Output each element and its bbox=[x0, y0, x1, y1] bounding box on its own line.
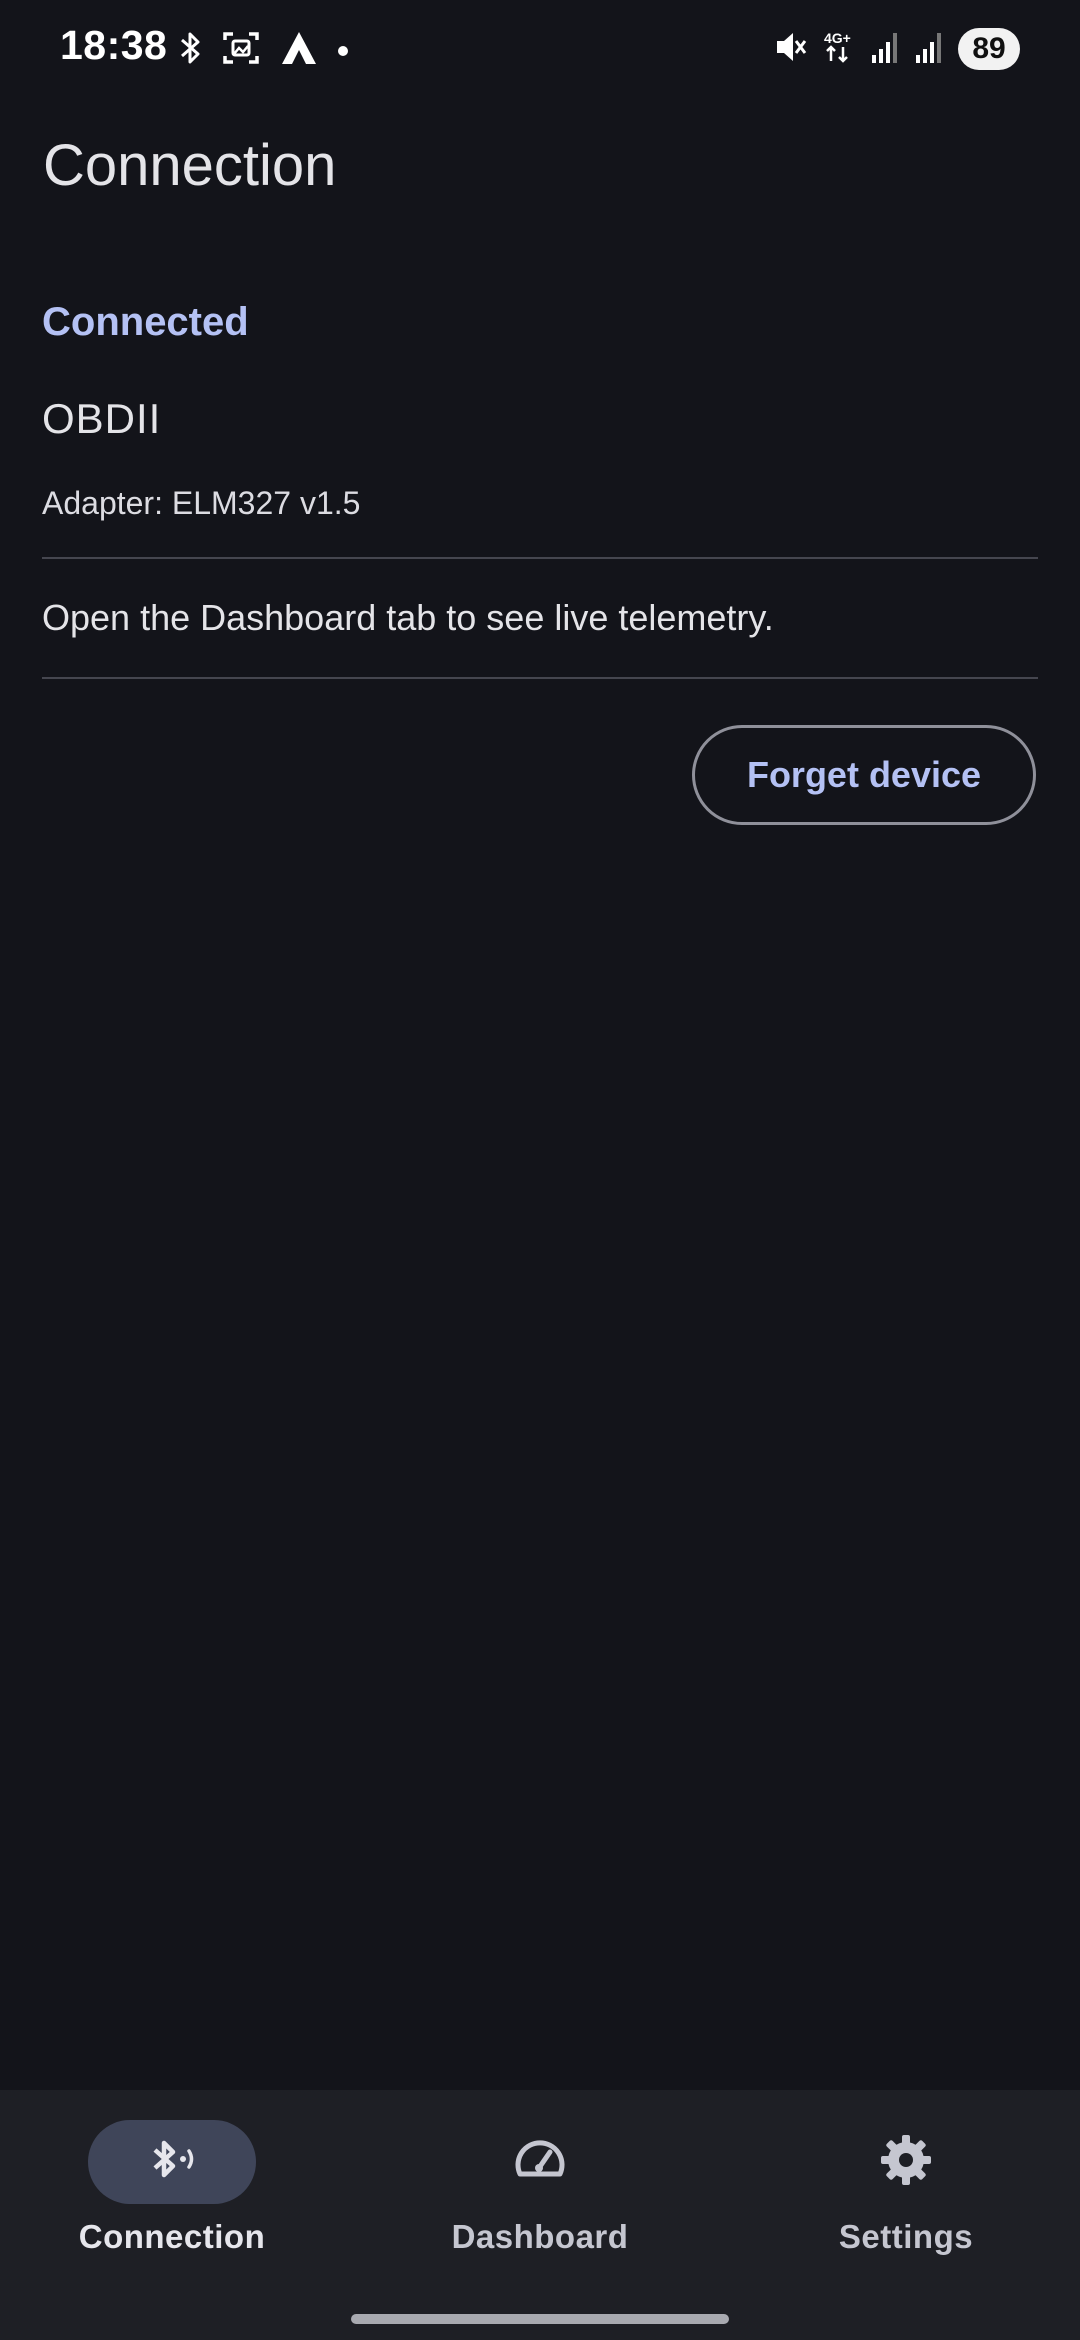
nav-item-connection[interactable]: Connection bbox=[22, 2120, 322, 2256]
nav-icon-wrap bbox=[456, 2120, 624, 2204]
battery-indicator: 89 bbox=[958, 28, 1020, 70]
app-triangle-icon bbox=[280, 30, 318, 71]
connection-status: Connected bbox=[42, 300, 249, 344]
4g-plus-icon: 4G+ bbox=[822, 29, 856, 70]
adapter-info: Adapter: ELM327 v1.5 bbox=[42, 485, 361, 521]
gear-icon bbox=[879, 2133, 933, 2192]
status-right-icons: 4G+ 89 bbox=[774, 28, 1020, 70]
screenshot-icon bbox=[222, 30, 260, 71]
status-left-icons bbox=[180, 30, 348, 71]
home-indicator[interactable] bbox=[351, 2314, 729, 2324]
speedometer-icon bbox=[512, 2134, 568, 2191]
mute-icon bbox=[774, 29, 808, 70]
signal-icon bbox=[870, 29, 900, 70]
nav-item-settings[interactable]: Settings bbox=[756, 2120, 1056, 2256]
device-name: OBDII bbox=[42, 395, 162, 442]
nav-active-pill bbox=[88, 2120, 256, 2204]
nav-item-dashboard[interactable]: Dashboard bbox=[390, 2120, 690, 2256]
nav-label-settings: Settings bbox=[838, 2218, 974, 2255]
status-time: 18:38 bbox=[60, 22, 168, 68]
status-bar: 18:38 4G+ 89 bbox=[0, 0, 1080, 100]
signal-icon-2 bbox=[914, 29, 944, 70]
divider bbox=[42, 557, 1038, 559]
bluetooth-connected-icon bbox=[145, 2134, 199, 2191]
forget-device-button[interactable]: Forget device bbox=[692, 725, 1036, 825]
nav-icon-wrap bbox=[822, 2120, 990, 2204]
network-label: 4G+ bbox=[824, 30, 851, 46]
nav-label-connection: Connection bbox=[78, 2218, 266, 2255]
page-title: Connection bbox=[43, 133, 337, 198]
notification-dot-icon bbox=[338, 45, 348, 56]
divider bbox=[42, 677, 1038, 679]
bottom-navigation: Connection Dashboard Settings bbox=[0, 2090, 1080, 2340]
dashboard-hint: Open the Dashboard tab to see live telem… bbox=[42, 597, 774, 638]
bluetooth-icon bbox=[180, 30, 202, 71]
nav-label-dashboard: Dashboard bbox=[451, 2218, 629, 2255]
